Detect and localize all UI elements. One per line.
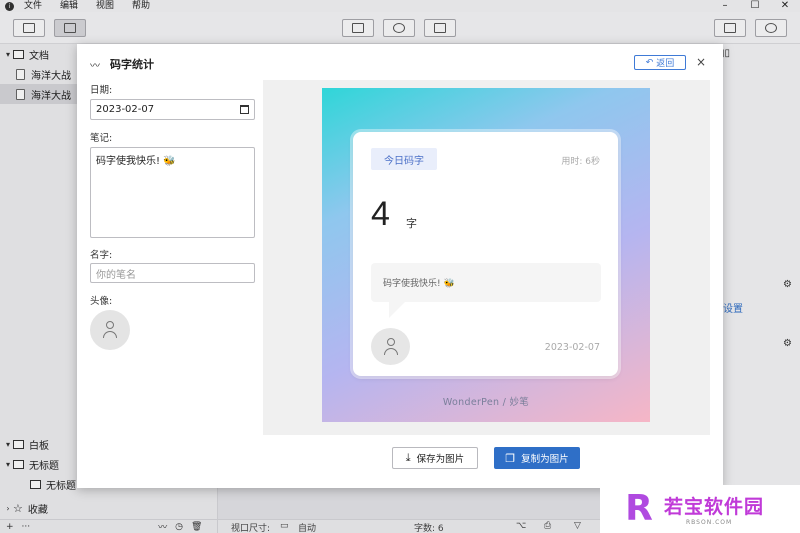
card-gradient-background: 今日码字 用时: 6秒 4 字 码字使我快乐! 🐝 2023-02-07 Won… bbox=[322, 88, 650, 422]
copy-icon: ❐ bbox=[505, 451, 516, 465]
copy-image-label: 复制为图片 bbox=[521, 454, 569, 465]
note-label: 笔记: bbox=[90, 133, 113, 144]
site-watermark: R 若宝软件园 RBSON.COM bbox=[600, 485, 800, 533]
back-button[interactable]: ↶ 返回 bbox=[634, 55, 686, 70]
card-note: 码字使我快乐! 🐝 bbox=[383, 279, 455, 289]
word-stats-dialog: 〰 码字统计 ↶ 返回 × 日期: 2023-02-07 笔记: 码字使我快乐!… bbox=[77, 44, 723, 488]
stats-card: 今日码字 用时: 6秒 4 字 码字使我快乐! 🐝 2023-02-07 bbox=[353, 132, 618, 376]
save-image-button[interactable]: ⤓ 保存为图片 bbox=[392, 447, 478, 469]
time-used: 用时: 6秒 bbox=[561, 157, 600, 167]
trend-chart-icon: 〰 bbox=[90, 61, 100, 72]
watermark-logo-icon: R bbox=[625, 488, 653, 529]
avatar-label: 头像: bbox=[90, 296, 113, 307]
watermark-subtitle: RBSON.COM bbox=[686, 519, 733, 526]
avatar-upload[interactable] bbox=[90, 310, 130, 350]
close-icon[interactable]: × bbox=[696, 55, 706, 69]
brand-label: WonderPen / 妙笔 bbox=[442, 397, 530, 408]
calendar-icon[interactable] bbox=[240, 105, 249, 114]
user-icon bbox=[383, 337, 399, 356]
word-count-unit: 字 bbox=[406, 217, 417, 230]
user-icon bbox=[102, 321, 118, 339]
name-input[interactable]: 你的笔名 bbox=[90, 263, 255, 283]
back-button-label: 返回 bbox=[656, 59, 675, 69]
note-textarea[interactable]: 码字使我快乐! 🐝 bbox=[90, 147, 255, 238]
dialog-title: 码字统计 bbox=[110, 58, 154, 71]
card-date: 2023-02-07 bbox=[544, 342, 600, 353]
note-value: 码字使我快乐! 🐝 bbox=[96, 156, 176, 167]
copy-image-button[interactable]: ❐ 复制为图片 bbox=[494, 447, 580, 469]
note-bubble-tail bbox=[389, 302, 405, 318]
save-image-label: 保存为图片 bbox=[416, 454, 465, 465]
download-icon: ⤓ bbox=[405, 451, 411, 464]
date-value: 2023-02-07 bbox=[96, 104, 155, 115]
card-avatar bbox=[371, 328, 410, 365]
name-placeholder: 你的笔名 bbox=[96, 269, 136, 281]
today-badge: 今日码字 bbox=[371, 148, 437, 170]
dialog-header: 〰 码字统计 ↶ 返回 × bbox=[77, 44, 723, 80]
date-label: 日期: bbox=[90, 85, 113, 96]
date-input[interactable]: 2023-02-07 bbox=[90, 99, 255, 120]
preview-area: 今日码字 用时: 6秒 4 字 码字使我快乐! 🐝 2023-02-07 Won… bbox=[263, 80, 710, 435]
word-count-number: 4 bbox=[371, 195, 390, 233]
name-label: 名字: bbox=[90, 250, 113, 261]
watermark-title: 若宝软件园 bbox=[664, 496, 765, 518]
note-bubble: 码字使我快乐! 🐝 bbox=[371, 263, 601, 302]
back-arrow-icon: ↶ bbox=[645, 57, 654, 68]
